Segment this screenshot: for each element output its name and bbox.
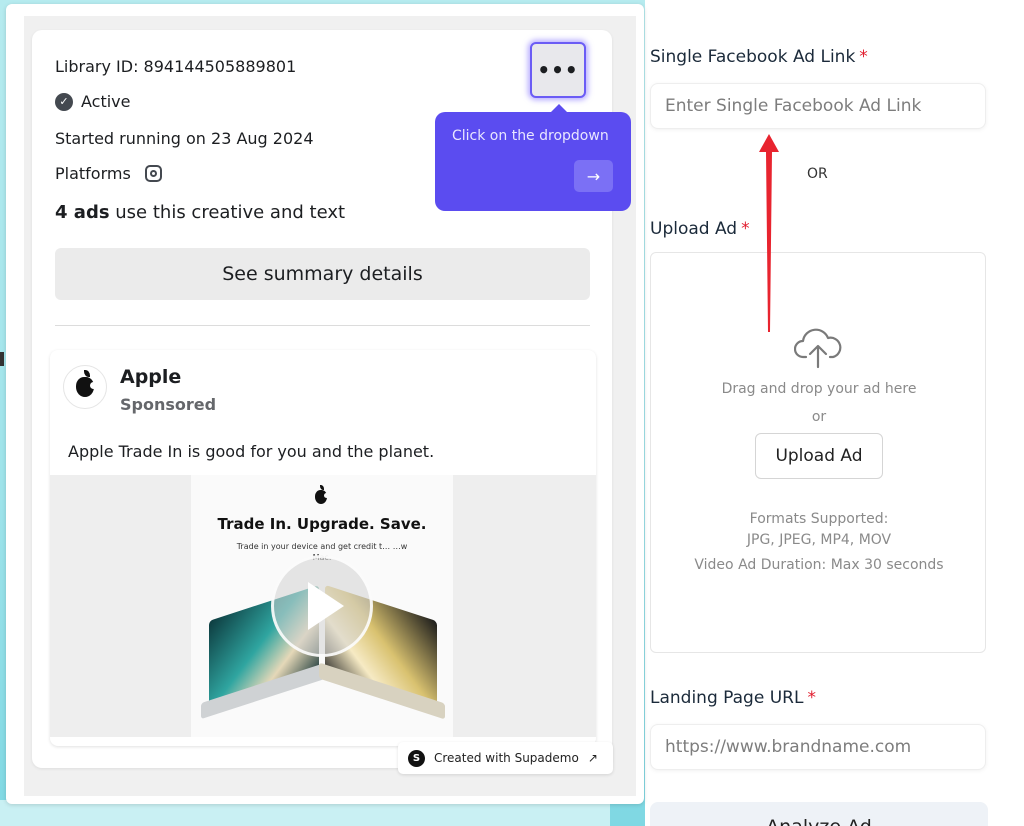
landing-url-input[interactable] bbox=[650, 724, 986, 770]
fb-link-label: Single Facebook Ad Link * bbox=[650, 47, 868, 67]
ads-count-row: 4 ads use this creative and text bbox=[55, 202, 345, 223]
advertiser-name[interactable]: Apple bbox=[120, 366, 181, 388]
check-circle-icon: ✓ bbox=[55, 92, 73, 111]
fb-link-input[interactable] bbox=[650, 83, 986, 129]
status-row: ✓ Active bbox=[55, 92, 131, 111]
formats-supported: Formats Supported: JPG, JPEG, MP4, MOV bbox=[651, 509, 987, 551]
post-body: Apple Trade In is good for you and the p… bbox=[68, 442, 435, 461]
platforms-label: Platforms bbox=[55, 164, 131, 183]
cloud-upload-icon bbox=[794, 328, 842, 369]
supademo-badge[interactable]: S Created with Supademo ↗ bbox=[398, 742, 613, 774]
upload-or-text: or bbox=[811, 409, 827, 425]
required-mark: * bbox=[741, 219, 750, 239]
guide-tooltip: Click on the dropdown → bbox=[435, 104, 631, 211]
ad-post: Apple Sponsored Apple Trade In is good f… bbox=[50, 350, 596, 746]
media-headline: Trade In. Upgrade. Save. bbox=[217, 515, 427, 533]
sponsored-label: Sponsored bbox=[120, 395, 217, 414]
upload-ad-button[interactable]: Upload Ad bbox=[755, 433, 883, 479]
ads-count: 4 ads bbox=[55, 202, 110, 223]
drag-drop-text: Drag and drop your ad here bbox=[721, 381, 917, 397]
library-id: Library ID: 894144505889801 bbox=[55, 57, 296, 76]
started-row: Started running on 23 Aug 2024 bbox=[55, 129, 314, 148]
edge-marker bbox=[0, 352, 4, 366]
library-id-text: Library ID: 894144505889801 bbox=[55, 57, 297, 76]
media-apple-logo-icon bbox=[315, 485, 329, 504]
formats-title: Formats Supported: bbox=[749, 511, 889, 527]
avatar bbox=[63, 365, 107, 409]
more-options-button[interactable]: ••• bbox=[530, 42, 586, 98]
instagram-icon bbox=[144, 165, 162, 182]
status-text: Active bbox=[81, 92, 131, 111]
divider bbox=[55, 325, 590, 326]
fb-link-label-text: Single Facebook Ad Link bbox=[650, 47, 856, 67]
tooltip-text: Click on the dropdown bbox=[452, 128, 609, 144]
supademo-text: Created with Supademo bbox=[434, 751, 579, 765]
ads-count-text: use this creative and text bbox=[109, 202, 346, 223]
video-thumbnail: Trade In. Upgrade. Save. Trade in your d… bbox=[191, 475, 453, 737]
analyze-ad-button[interactable]: Analyze Ad bbox=[650, 802, 988, 826]
required-mark: * bbox=[807, 688, 816, 708]
see-summary-button[interactable]: See summary details bbox=[55, 248, 590, 300]
upload-ad-label: Upload Ad * bbox=[650, 219, 750, 239]
supademo-logo-icon: S bbox=[408, 749, 425, 767]
upload-ad-label-text: Upload Ad bbox=[650, 219, 738, 239]
required-mark: * bbox=[859, 47, 868, 67]
landing-url-label: Landing Page URL * bbox=[650, 688, 816, 708]
platforms-row: Platforms bbox=[55, 164, 162, 183]
apple-logo-icon bbox=[76, 370, 97, 397]
formats-list: JPG, JPEG, MP4, MOV bbox=[746, 532, 892, 548]
started-text: Started running on 23 Aug 2024 bbox=[55, 129, 314, 148]
post-media[interactable]: Trade In. Upgrade. Save. Trade in your d… bbox=[50, 475, 596, 737]
play-icon[interactable] bbox=[271, 555, 373, 657]
tooltip-next-button[interactable]: → bbox=[574, 160, 613, 192]
upload-dropzone[interactable]: Drag and drop your ad here or Upload Ad … bbox=[650, 252, 986, 653]
or-separator: OR bbox=[807, 166, 828, 182]
video-duration-text: Video Ad Duration: Max 30 seconds bbox=[694, 557, 944, 573]
external-link-icon: ↗ bbox=[587, 751, 598, 765]
landing-url-label-text: Landing Page URL bbox=[650, 688, 804, 708]
annotation-arrow bbox=[759, 134, 779, 332]
